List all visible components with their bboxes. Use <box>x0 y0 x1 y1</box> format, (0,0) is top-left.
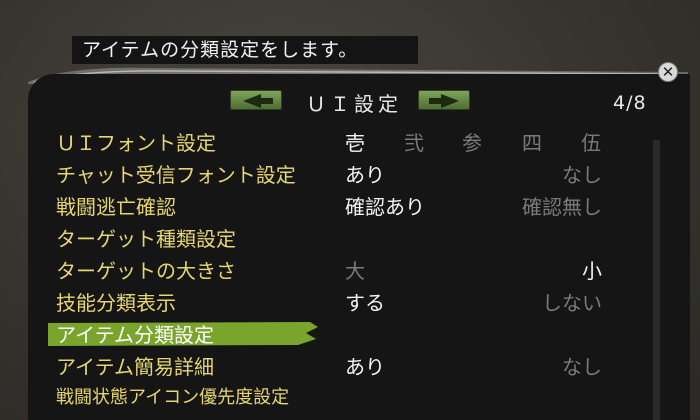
setting-row[interactable]: ＵＩフォント設定 壱 弐 参 四 伍 <box>50 127 610 157</box>
hint-bar: アイテムの分類設定をします。 <box>72 36 418 64</box>
setting-option[interactable]: なし <box>562 351 602 380</box>
setting-option[interactable]: 小 <box>582 255 602 284</box>
page-counter: 4/8 <box>613 92 647 114</box>
setting-label: アイテム簡易詳細 <box>56 355 214 379</box>
prev-page-button[interactable] <box>230 90 282 110</box>
setting-option[interactable]: しない <box>542 287 602 316</box>
close-button[interactable]: ✕ <box>658 62 678 82</box>
close-icon: ✕ <box>661 63 675 81</box>
font-option[interactable]: 伍 <box>581 127 601 156</box>
font-option[interactable]: 四 <box>522 127 542 156</box>
setting-label: 技能分類表示 <box>56 291 176 315</box>
setting-label: ターゲット種類設定 <box>56 227 236 251</box>
setting-row[interactable]: 戦闘逃亡確認 確認あり 確認無し <box>50 191 610 221</box>
setting-option[interactable]: する <box>345 287 385 316</box>
setting-option[interactable]: あり <box>345 351 385 380</box>
setting-option[interactable]: 確認あり <box>345 191 425 220</box>
right-arrow-icon <box>429 94 459 108</box>
setting-row[interactable]: 技能分類表示 する しない <box>50 287 610 317</box>
font-option[interactable]: 壱 <box>345 127 365 156</box>
hint-text: アイテムの分類設定をします。 <box>82 39 359 61</box>
setting-option[interactable]: あり <box>345 159 385 188</box>
setting-label: 戦闘状態アイコン優先度設定 <box>56 387 290 408</box>
font-option[interactable]: 参 <box>462 127 482 156</box>
setting-option[interactable]: 確認無し <box>522 191 602 220</box>
setting-label: チャット受信フォント設定 <box>56 163 296 187</box>
setting-row[interactable]: アイテム分類設定 <box>50 319 610 349</box>
setting-row[interactable]: アイテム簡易詳細 あり なし <box>50 351 610 381</box>
setting-option[interactable]: なし <box>562 159 602 188</box>
setting-label: アイテム分類設定 <box>56 323 214 347</box>
setting-row[interactable]: チャット受信フォント設定 あり なし <box>50 159 610 189</box>
setting-label: ＵＩフォント設定 <box>56 131 216 155</box>
setting-label: 戦闘逃亡確認 <box>56 195 176 219</box>
window-title: ＵＩ設定 <box>306 92 402 116</box>
next-page-button[interactable] <box>418 90 470 110</box>
setting-option[interactable]: 大 <box>345 255 365 284</box>
scrollbar[interactable] <box>653 140 660 420</box>
setting-label: ターゲットの大きさ <box>56 259 236 283</box>
setting-row[interactable]: ターゲット種類設定 <box>50 223 610 253</box>
setting-row[interactable]: 戦闘状態アイコン優先度設定 <box>50 383 610 413</box>
left-arrow-icon <box>243 94 273 108</box>
setting-row[interactable]: ターゲットの大きさ 大 小 <box>50 255 610 285</box>
font-option[interactable]: 弐 <box>404 127 424 156</box>
